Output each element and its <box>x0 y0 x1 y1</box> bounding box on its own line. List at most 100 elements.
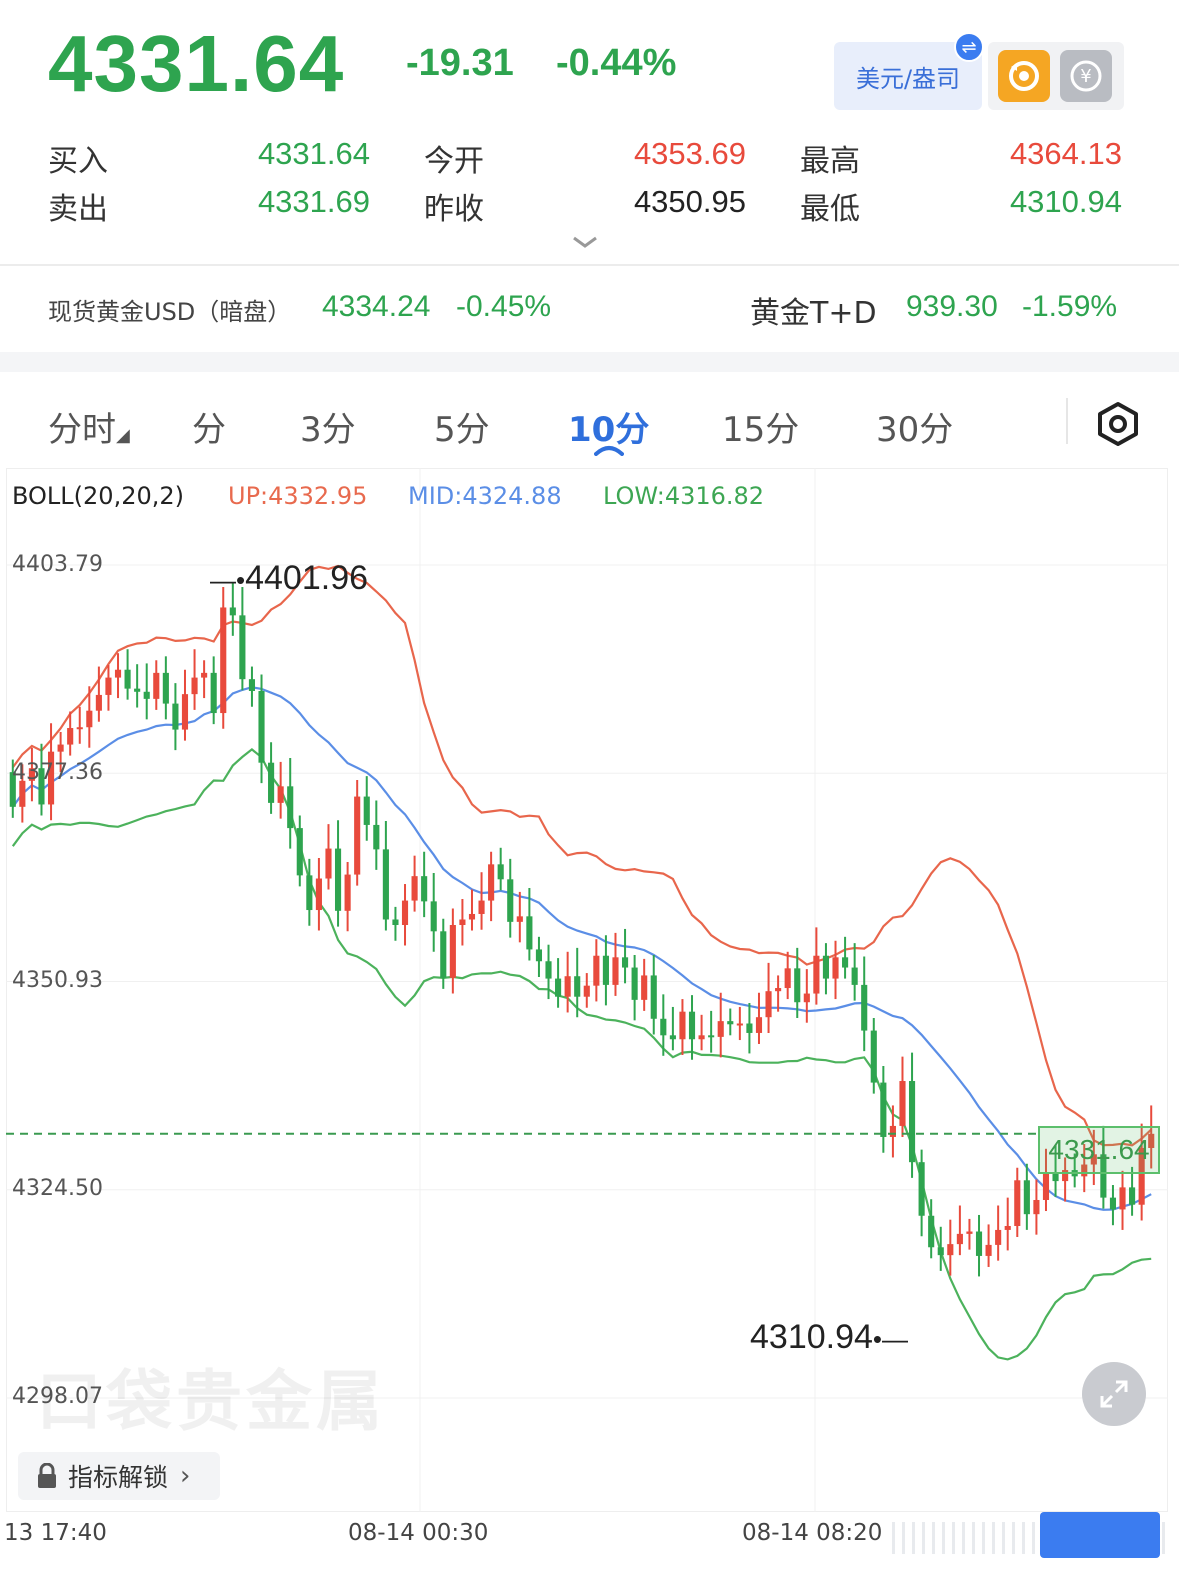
candle-body <box>124 669 131 689</box>
candle-body <box>583 985 590 997</box>
y-tick-label: 4377.36 <box>12 760 103 785</box>
active-tab-indicator <box>594 446 624 456</box>
candle-body <box>765 991 772 1018</box>
candle-body <box>516 916 523 922</box>
candle-body <box>497 864 504 880</box>
tab-1min[interactable]: 分 <box>192 402 226 451</box>
candle-body <box>928 1215 935 1248</box>
candle-body <box>660 1018 667 1036</box>
candle-body <box>488 864 495 901</box>
candle-body <box>727 1021 734 1025</box>
candle-body <box>995 1229 1002 1245</box>
svg-text:¥: ¥ <box>1080 66 1091 87</box>
ask-value: 4331.69 <box>257 184 370 219</box>
max-price-annotation: —•4401.96 <box>210 559 369 597</box>
spot-gold-price: 4334.24 <box>322 290 431 323</box>
candle-body <box>679 1011 686 1040</box>
chevron-right-icon: › <box>180 1461 191 1491</box>
spot-gold-pct: -0.45% <box>456 290 552 323</box>
candle-body <box>430 901 437 932</box>
unlock-label: 指标解锁 <box>68 1463 169 1492</box>
candle-body <box>641 975 648 1000</box>
rmb-convert-icon[interactable]: ¥ <box>1060 50 1112 102</box>
boll-mid: MID:4324.88 <box>408 482 562 510</box>
unlock-indicators-button[interactable]: 指标解锁 › <box>18 1452 220 1500</box>
open-value: 4353.69 <box>633 136 746 171</box>
gold-td-label[interactable]: 黄金T+D <box>750 288 877 332</box>
candle-body <box>574 976 581 997</box>
candle-body <box>937 1247 944 1256</box>
tab-timeshare[interactable]: 分时◢ <box>48 402 130 451</box>
scrollbar-thumb[interactable] <box>1040 1512 1160 1558</box>
candle-body <box>440 931 447 978</box>
candle-body <box>612 957 619 985</box>
tab-3min[interactable]: 3分 <box>300 402 356 451</box>
x-tick-label: 08-14 00:30 <box>348 1520 489 1546</box>
candle-body <box>258 690 265 763</box>
tab-5min[interactable]: 5分 <box>434 402 490 451</box>
candle-body <box>593 955 600 986</box>
candle-body <box>143 691 150 699</box>
candle-body <box>468 913 476 920</box>
candle-body <box>555 978 562 997</box>
candle-body <box>67 728 74 745</box>
candle-body <box>1052 1173 1059 1182</box>
candle-body <box>813 955 820 994</box>
bid-label: 买入 <box>48 144 108 179</box>
chevron-down-icon[interactable] <box>570 232 600 252</box>
tab-30min[interactable]: 30分 <box>876 402 953 451</box>
candle-body <box>985 1244 992 1256</box>
candle-body <box>918 1162 925 1216</box>
settings-hexagon-icon[interactable] <box>1094 400 1142 448</box>
candle-body <box>736 1023 743 1026</box>
candle-body <box>382 849 389 920</box>
candle-body <box>114 669 122 678</box>
candle-body <box>306 875 313 911</box>
candle-body <box>344 874 351 911</box>
candle-body <box>181 694 189 730</box>
candle-body <box>172 703 179 730</box>
refresh-icon[interactable] <box>998 50 1050 102</box>
low-label: 最低 <box>800 192 860 227</box>
candle-body <box>248 679 256 691</box>
candle-body <box>86 710 93 728</box>
candle-body <box>545 961 552 979</box>
candle-body <box>794 968 801 1003</box>
candle-body <box>201 672 208 678</box>
candle-body <box>95 694 102 711</box>
candle-body <box>755 1017 763 1033</box>
price-change-percent: -0.44% <box>556 42 677 84</box>
boll-low: LOW:4316.82 <box>603 482 765 510</box>
candle-body <box>1023 1180 1030 1215</box>
candle-body <box>717 1021 724 1037</box>
low-value: 4310.94 <box>1009 184 1122 219</box>
candle-body <box>392 919 399 926</box>
candle-body <box>784 968 791 989</box>
candle-body <box>842 957 849 968</box>
candle-body <box>880 1082 887 1137</box>
related-quotes: 现货黄金USD（暗盘） 4334.24 -0.45% 黄金T+D 939.30 … <box>0 266 1179 352</box>
candle-body <box>411 876 418 901</box>
candle-body <box>287 786 294 829</box>
candle-body <box>803 993 810 1003</box>
swap-icon[interactable]: ⇌ <box>954 32 984 62</box>
candle-body <box>76 727 83 730</box>
candle-body <box>822 955 830 979</box>
candle-body <box>899 1081 906 1126</box>
high-value: 4364.13 <box>1009 136 1122 171</box>
candle-body <box>363 796 370 825</box>
candle-body <box>459 919 466 926</box>
candle-body <box>162 672 169 704</box>
fullscreen-button[interactable] <box>1082 1362 1146 1426</box>
candle-body <box>210 672 217 714</box>
candle-body <box>775 988 782 992</box>
x-tick-label: 13 17:40 <box>4 1520 107 1546</box>
y-tick-label: 4350.93 <box>12 968 103 993</box>
candle-body <box>746 1023 753 1033</box>
boll-name: BOLL(20,20,2) <box>12 482 185 510</box>
gold-td-price: 939.30 <box>906 290 998 323</box>
tab-15min[interactable]: 15分 <box>722 402 799 451</box>
candle-body <box>535 949 543 962</box>
spot-gold-label[interactable]: 现货黄金USD（暗盘） <box>48 292 291 327</box>
x-tick-label: 08-14 08:20 <box>742 1520 883 1546</box>
